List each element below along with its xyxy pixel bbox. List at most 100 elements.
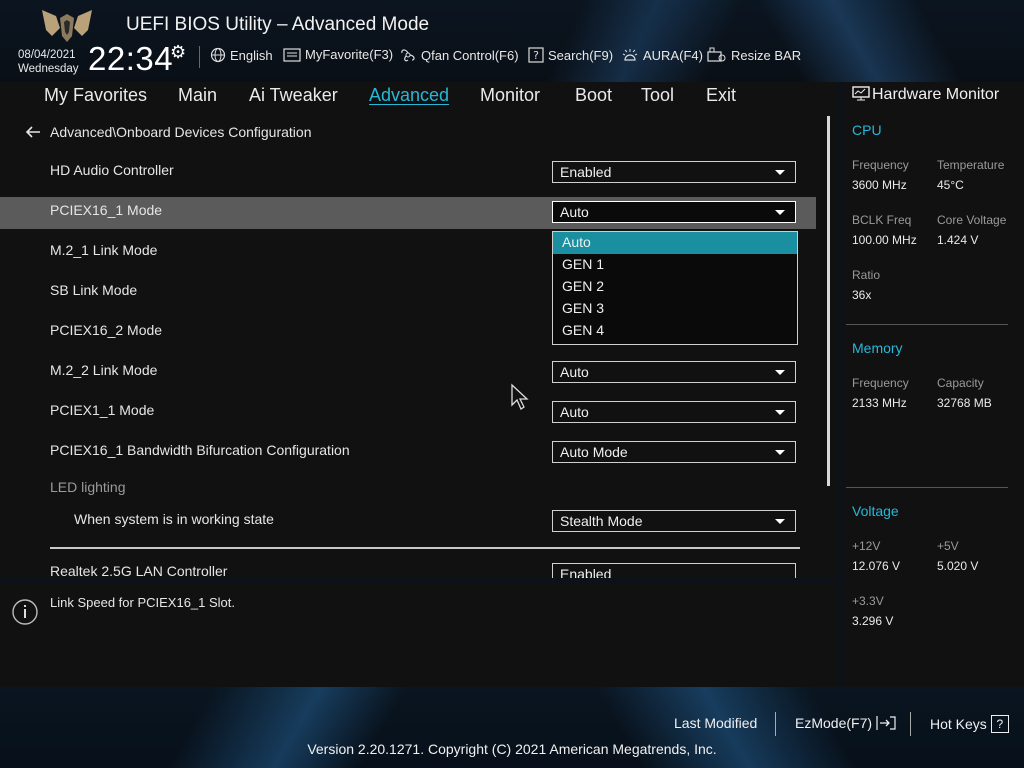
tuf-logo-icon: [42, 10, 92, 42]
select-value: Enabled: [560, 164, 612, 180]
info-icon: [12, 599, 38, 625]
select-value: Auto Mode: [560, 444, 628, 460]
aura-button[interactable]: AURA(F4): [621, 47, 703, 63]
footer-divider: [775, 712, 776, 736]
hw-ratio-value: 36x: [852, 288, 872, 302]
chevron-down-icon: [775, 410, 785, 415]
pciex16-1-mode-dropdown: Auto GEN 1 GEN 2 GEN 3 GEN 4: [552, 231, 798, 345]
breadcrumb: Advanced\Onboard Devices Configuration: [50, 124, 312, 140]
bifurcation-config-select[interactable]: Auto Mode: [552, 441, 796, 463]
pciex16-1-mode-select[interactable]: Auto: [552, 201, 796, 223]
hw-capacity-label: Capacity: [937, 376, 984, 390]
dropdown-option-gen2[interactable]: GEN 2: [553, 276, 797, 298]
tab-exit[interactable]: Exit: [706, 85, 736, 106]
bifurcation-config-label: PCIEX16_1 Bandwidth Bifurcation Configur…: [50, 442, 350, 458]
hw-cpu-temperature-value: 45°C: [937, 178, 964, 192]
language-label: English: [230, 47, 273, 63]
search-icon: ?: [528, 47, 544, 63]
hw-core-voltage-label: Core Voltage: [937, 213, 1007, 227]
date-text: 08/04/2021: [18, 49, 76, 61]
hw-5v-label: +5V: [937, 539, 959, 553]
hw-cpu-frequency-value: 3600 MHz: [852, 178, 907, 192]
hw-voltage-heading: Voltage: [852, 503, 899, 519]
select-value: Enabled: [560, 566, 612, 578]
pciex16-2-mode-label: PCIEX16_2 Mode: [50, 322, 163, 338]
copyright-text: Version 2.20.1271. Copyright (C) 2021 Am…: [307, 741, 717, 757]
hd-audio-controller-select[interactable]: Enabled: [552, 161, 796, 183]
clock-settings-gear-icon[interactable]: ⚙: [170, 42, 186, 63]
hw-memory-heading: Memory: [852, 340, 903, 356]
tab-tool[interactable]: Tool: [641, 85, 674, 106]
chevron-down-icon: [775, 210, 785, 215]
hw-cpu-temperature-label: Temperature: [937, 158, 1005, 172]
section-divider: [50, 547, 800, 549]
chevron-down-icon: [775, 370, 785, 375]
hw-12v-label: +12V: [852, 539, 881, 553]
tab-boot[interactable]: Boot: [575, 85, 612, 106]
footer-divider: [910, 712, 911, 736]
qfan-control-button[interactable]: Qfan Control(F6): [399, 47, 519, 63]
date-display: 08/04/2021 Wednesday: [18, 48, 79, 76]
hw-core-voltage-value: 1.424 V: [937, 233, 979, 247]
hw-bclk-value: 100.00 MHz: [852, 233, 917, 247]
select-value: Stealth Mode: [560, 513, 643, 529]
tab-main[interactable]: Main: [178, 85, 217, 106]
aura-label: AURA(F4): [643, 47, 703, 63]
hw-mem-frequency-value: 2133 MHz: [852, 396, 907, 410]
hd-audio-controller-label: HD Audio Controller: [50, 162, 174, 178]
hw-12v-value: 12.076 V: [852, 559, 901, 573]
clipped-row: Realtek 2.5G LAN Controller Enabled: [0, 560, 838, 578]
hardware-monitor-title: Hardware Monitor: [872, 86, 1000, 103]
hw-5v-value: 5.020 V: [937, 559, 979, 573]
hw-cpu-frequency-label: Frequency: [852, 158, 909, 172]
tab-advanced[interactable]: Advanced: [369, 85, 449, 106]
hw-33v-value: 3.296 V: [852, 614, 894, 628]
hot-keys-help-icon: ?: [990, 715, 1009, 733]
back-arrow-icon[interactable]: [24, 124, 42, 140]
tab-monitor[interactable]: Monitor: [480, 85, 540, 106]
clock-time: 22:34: [88, 40, 174, 77]
tab-my-favorites[interactable]: My Favorites: [44, 85, 147, 106]
qfan-control-label: Qfan Control(F6): [421, 47, 519, 63]
settings-scrollbar[interactable]: [827, 116, 830, 486]
chevron-down-icon: [775, 450, 785, 455]
header-divider: [199, 46, 200, 68]
pciex1-1-mode-label: PCIEX1_1 Mode: [50, 402, 155, 418]
select-value: Auto: [560, 404, 589, 420]
led-lighting-section-label: LED lighting: [50, 479, 126, 495]
working-state-select[interactable]: Stealth Mode: [552, 510, 796, 532]
dropdown-option-gen4[interactable]: GEN 4: [553, 320, 797, 342]
hw-33v-label: +3.3V: [852, 594, 884, 608]
dropdown-option-gen3[interactable]: GEN 3: [553, 298, 797, 320]
hw-bclk-label: BCLK Freq: [852, 213, 912, 227]
pciex1-1-mode-select[interactable]: Auto: [552, 401, 796, 423]
app-title: UEFI BIOS Utility – Advanced Mode: [126, 14, 430, 35]
hot-keys-button[interactable]: Hot Keys ?: [930, 715, 1009, 733]
language-button[interactable]: English: [210, 47, 273, 63]
hw-mem-frequency-label: Frequency: [852, 376, 909, 390]
last-modified-button[interactable]: Last Modified: [674, 715, 757, 731]
resize-bar-button[interactable]: Resize BAR: [707, 47, 801, 63]
tab-ai-tweaker[interactable]: Ai Tweaker: [249, 85, 338, 106]
realtek-lan-select[interactable]: Enabled: [552, 563, 796, 578]
myfavorite-button[interactable]: MyFavorite(F3): [283, 47, 393, 62]
resize-bar-label: Resize BAR: [731, 47, 802, 63]
ezmode-button[interactable]: EzMode(F7): [795, 715, 897, 731]
dropdown-option-gen1[interactable]: GEN 1: [553, 254, 797, 276]
globe-icon: [210, 47, 226, 63]
select-value: Auto: [560, 204, 589, 220]
m2-2-link-mode-label: M.2_2 Link Mode: [50, 362, 158, 378]
dropdown-option-auto[interactable]: Auto: [553, 232, 797, 254]
resize-bar-icon: [707, 47, 726, 62]
exit-to-ezmode-icon: [876, 716, 896, 730]
hw-divider: [846, 487, 1008, 488]
mouse-pointer-icon: [511, 383, 529, 410]
chevron-down-icon: [775, 170, 785, 175]
hw-capacity-value: 32768 MB: [937, 396, 992, 410]
hot-keys-label: Hot Keys: [930, 716, 987, 732]
search-button[interactable]: ? Search(F9): [528, 47, 613, 63]
m2-2-link-mode-select[interactable]: Auto: [552, 361, 796, 383]
svg-text:?: ?: [533, 49, 539, 62]
realtek-lan-label: Realtek 2.5G LAN Controller: [50, 563, 228, 578]
help-text: Link Speed for PCIEX16_1 Slot.: [50, 595, 236, 610]
